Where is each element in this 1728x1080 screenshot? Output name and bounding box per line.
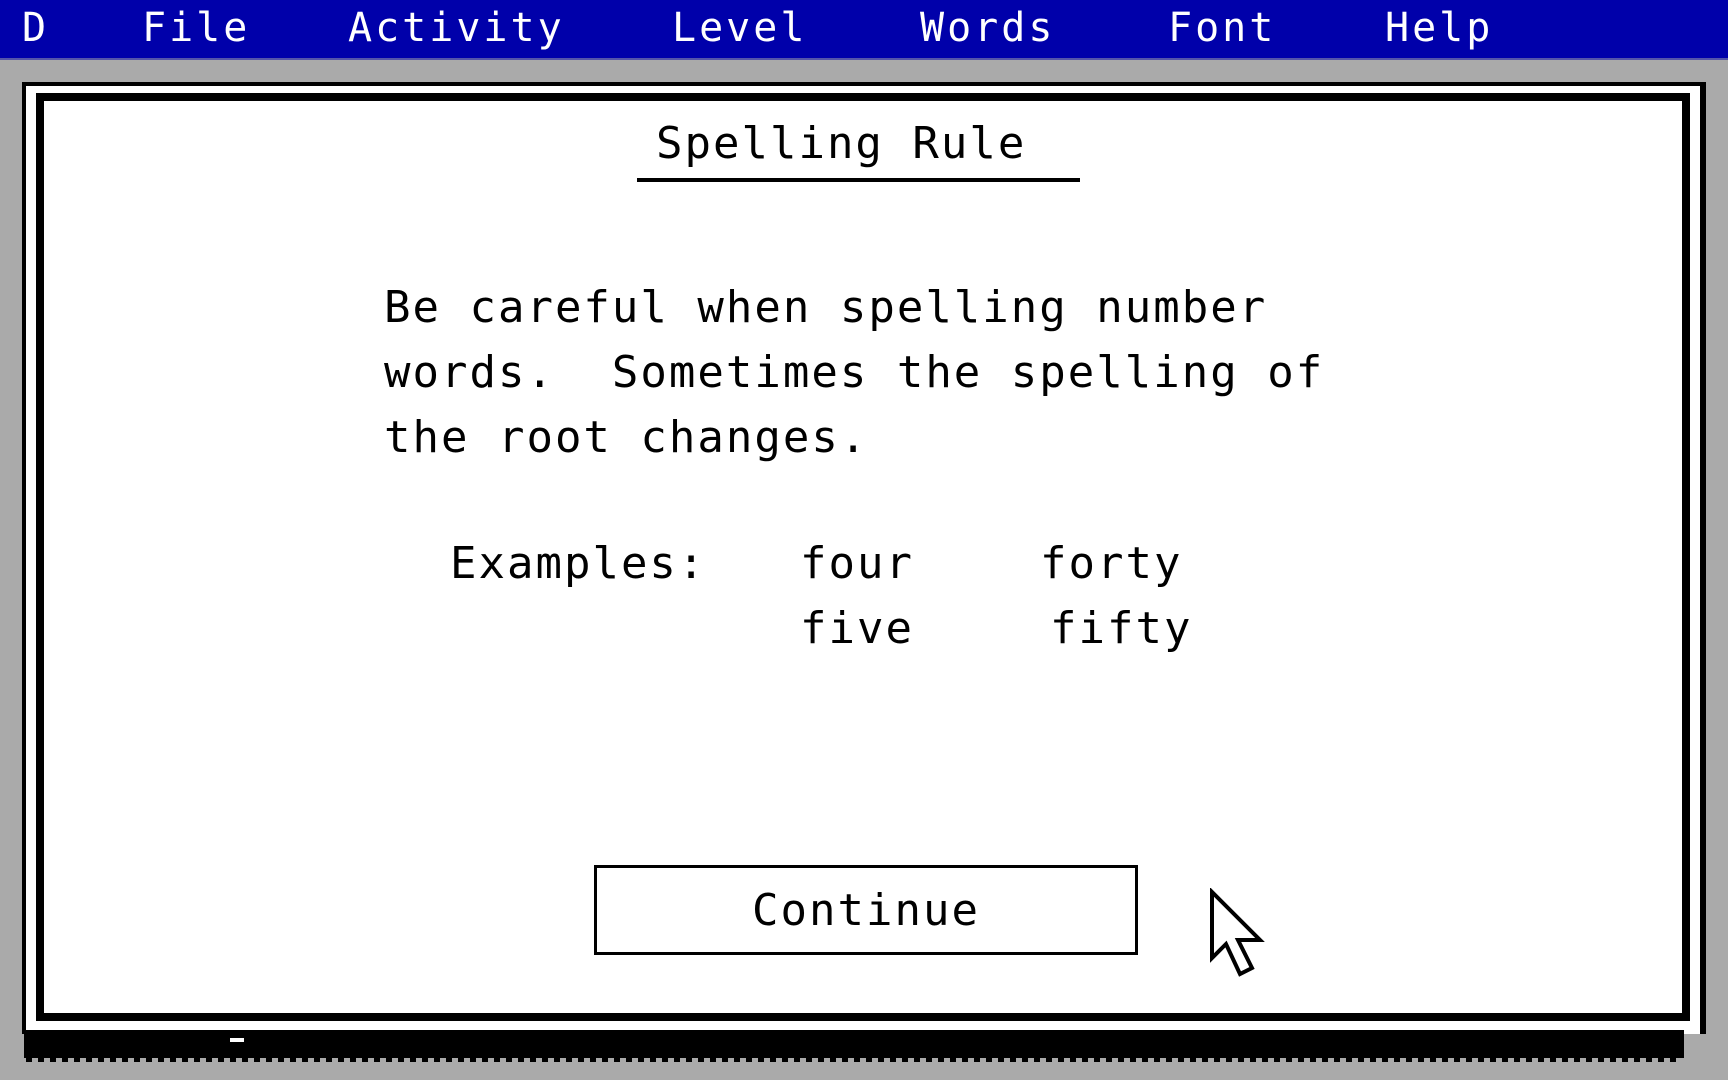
rule-text-line-1: Be careful when spelling number bbox=[384, 282, 1268, 333]
menu-bar: D File Activity Level Words Font Help bbox=[0, 0, 1728, 60]
title-underline bbox=[637, 178, 1080, 182]
menu-system[interactable]: D bbox=[22, 6, 49, 50]
menu-file[interactable]: File bbox=[142, 6, 250, 50]
example-root-four: four bbox=[800, 538, 914, 589]
dialog-shadow bbox=[24, 1030, 1684, 1058]
arrow-pointer-icon bbox=[1210, 888, 1265, 977]
dialog-title: Spelling Rule bbox=[656, 118, 1027, 169]
menu-font[interactable]: Font bbox=[1168, 6, 1276, 50]
examples-label: Examples: bbox=[450, 538, 707, 589]
rule-text-line-2: words. Sometimes the spelling of bbox=[384, 347, 1325, 398]
example-derived-forty: forty bbox=[1040, 538, 1183, 589]
menu-level[interactable]: Level bbox=[672, 6, 807, 50]
example-root-five: five bbox=[800, 603, 914, 654]
dialog-shadow-edge bbox=[26, 1056, 1682, 1062]
menu-help[interactable]: Help bbox=[1385, 6, 1493, 50]
continue-button[interactable]: Continue bbox=[594, 865, 1138, 955]
rule-text-line-3: the root changes. bbox=[384, 412, 869, 463]
shadow-mark bbox=[230, 1038, 244, 1042]
menu-words[interactable]: Words bbox=[920, 6, 1055, 50]
menu-activity[interactable]: Activity bbox=[348, 6, 565, 50]
example-derived-fifty: fifty bbox=[1050, 603, 1193, 654]
